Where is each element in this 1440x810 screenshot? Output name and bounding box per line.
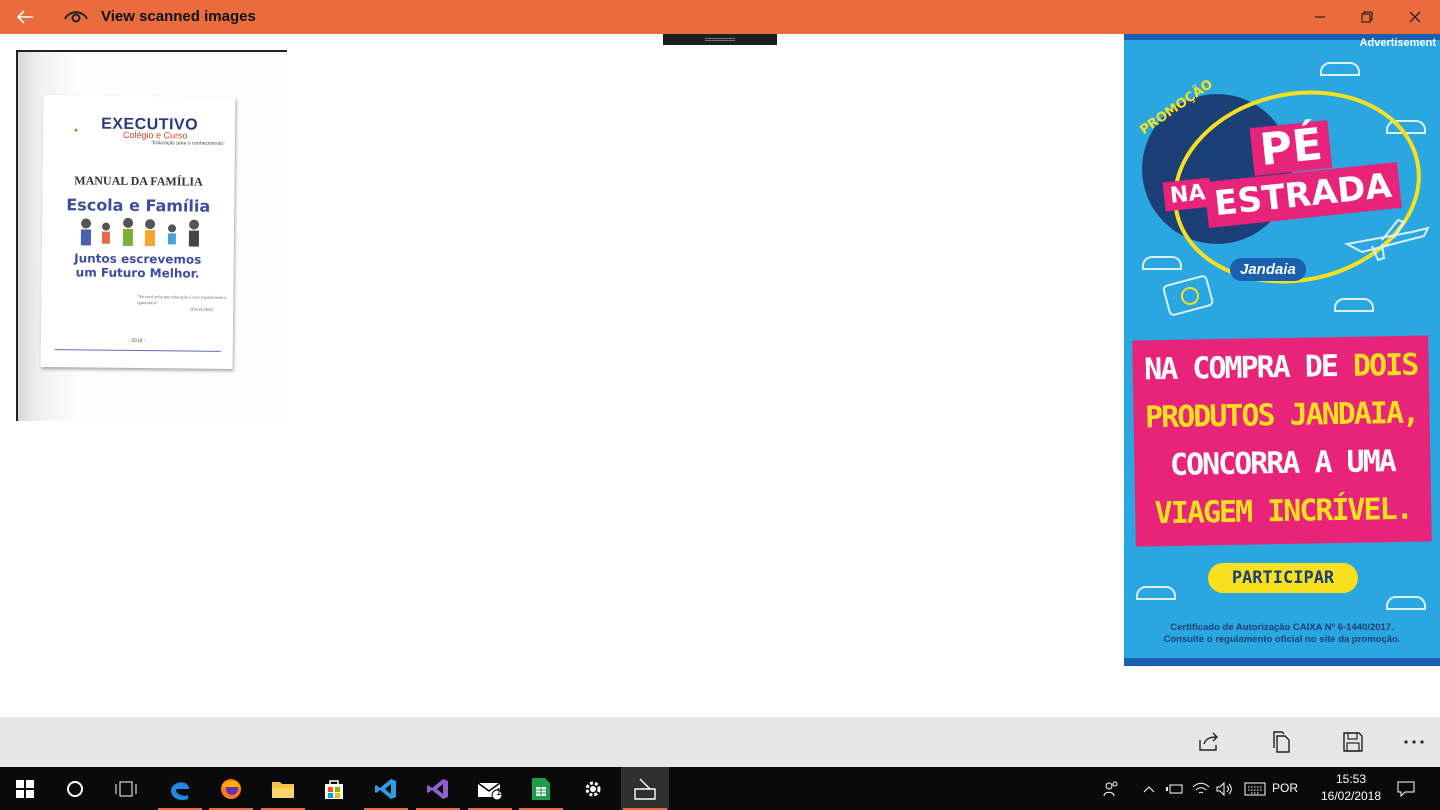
notification-icon <box>1397 781 1415 797</box>
window-title: View scanned images <box>101 8 256 25</box>
headline-pe: PÉ <box>1249 119 1333 176</box>
battery-icon <box>1166 784 1183 793</box>
taskbar-edge[interactable] <box>156 767 204 810</box>
brand-tagline: "Educação para o conhecimento" <box>150 140 225 147</box>
taskbar-settings[interactable] <box>569 767 617 810</box>
clock[interactable]: 15:53 16/02/2018 <box>1310 771 1392 805</box>
taskbar-firefox[interactable] <box>207 767 255 810</box>
sheets-icon <box>532 777 550 800</box>
wifi-button[interactable] <box>1190 767 1212 810</box>
people-button[interactable] <box>1098 767 1124 810</box>
document-motto: Juntos escrevemos um Futuro Melhor. <box>74 251 202 281</box>
volume-icon <box>1216 781 1232 796</box>
school-logo-icon <box>73 128 78 133</box>
command-bar <box>0 717 1440 767</box>
action-center-button[interactable] <box>1392 767 1420 810</box>
minimize-icon <box>1315 16 1325 18</box>
participate-button[interactable]: PARTICIPAR <box>1208 563 1358 593</box>
close-icon <box>1409 11 1421 23</box>
restore-button[interactable] <box>1343 0 1391 34</box>
taskbar-file-explorer[interactable] <box>259 767 307 810</box>
document-subheading: Escola e Família <box>66 195 211 216</box>
scanned-images-view: EXECUTIVO Colégio e Curso "Educação para… <box>0 34 1440 717</box>
title-bar: View scanned images <box>0 0 1440 34</box>
input-language[interactable]: POR <box>1272 781 1298 795</box>
scanned-image-thumbnail[interactable]: EXECUTIVO Colégio e Curso "Educação para… <box>16 50 287 421</box>
back-button[interactable] <box>8 4 42 30</box>
settings-icon <box>585 781 601 796</box>
keyboard-icon <box>1244 782 1266 795</box>
brand-badge: Jandaia <box>1230 258 1306 281</box>
file-explorer-icon <box>272 781 294 798</box>
task-view-icon <box>115 781 137 796</box>
taskbar-sheets[interactable] <box>517 767 565 810</box>
start-button[interactable] <box>1 767 49 810</box>
edge-icon <box>171 781 189 800</box>
task-view-button[interactable] <box>102 767 150 810</box>
more-button[interactable] <box>1396 727 1432 757</box>
family-illustration-icon <box>80 217 200 247</box>
share-icon <box>1199 732 1218 751</box>
restore-icon <box>1361 11 1373 23</box>
cortana-button[interactable] <box>51 767 99 810</box>
minimize-button[interactable] <box>1296 0 1344 34</box>
taskbar-scanner-app[interactable] <box>621 767 669 810</box>
promo-message: NA COMPRA DE DOIS PRODUTOS JANDAIA, CONC… <box>1132 335 1432 547</box>
start-icon <box>16 779 34 798</box>
save-icon <box>1343 732 1363 752</box>
document-year: - 2018 - <box>128 337 146 345</box>
battery-button[interactable] <box>1164 767 1186 810</box>
chevron-up-icon <box>1143 785 1155 792</box>
touch-keyboard-button[interactable] <box>1241 767 1269 810</box>
advertisement-banner[interactable]: Advertisement PROMOÇÃO PÉ NA ESTRADA Jan… <box>1124 34 1440 666</box>
copy-button[interactable] <box>1264 727 1300 757</box>
taskbar-store[interactable] <box>310 767 358 810</box>
document-quote: "Se você acha que educação é cara experi… <box>137 293 227 312</box>
close-button[interactable] <box>1391 0 1439 34</box>
airplane-icon <box>1344 218 1430 262</box>
copy-icon <box>1273 731 1290 753</box>
firefox-icon <box>221 778 241 799</box>
brand-subtitle: Colégio e Curso <box>122 129 188 141</box>
taskbar-visual-studio[interactable] <box>414 767 462 810</box>
taskbar-vscode[interactable] <box>362 767 410 810</box>
fine-print: Certificado de Autorização CAIXA Nº 6-14… <box>1163 622 1401 645</box>
document-heading: MANUAL DA FAMÍLIA <box>74 173 203 189</box>
visual-studio-icon <box>427 778 448 799</box>
eye-icon <box>64 11 88 23</box>
share-button[interactable] <box>1191 727 1227 757</box>
advertisement-label: Advertisement <box>1359 37 1436 49</box>
scanner-app-icon <box>634 778 656 800</box>
wifi-icon <box>1192 782 1210 793</box>
camera-icon <box>1162 275 1214 316</box>
more-icon <box>1404 740 1424 744</box>
scanned-page: EXECUTIVO Colégio e Curso "Educação para… <box>40 95 236 369</box>
taskbar-mail[interactable]: 1 <box>466 767 514 810</box>
people-icon <box>1103 781 1118 796</box>
volume-button[interactable] <box>1214 767 1236 810</box>
cortana-icon <box>67 780 83 797</box>
save-button[interactable] <box>1335 727 1371 757</box>
arrow-left-icon <box>16 10 33 24</box>
show-hidden-icons-button[interactable] <box>1139 767 1159 810</box>
drag-handle[interactable] <box>663 34 777 45</box>
store-icon <box>325 779 343 799</box>
mail-badge: 1 <box>496 787 502 798</box>
taskbar: 1 POR 15:53 16/02/2018 <box>0 767 1440 810</box>
vscode-icon <box>375 778 396 799</box>
divider <box>54 349 221 352</box>
